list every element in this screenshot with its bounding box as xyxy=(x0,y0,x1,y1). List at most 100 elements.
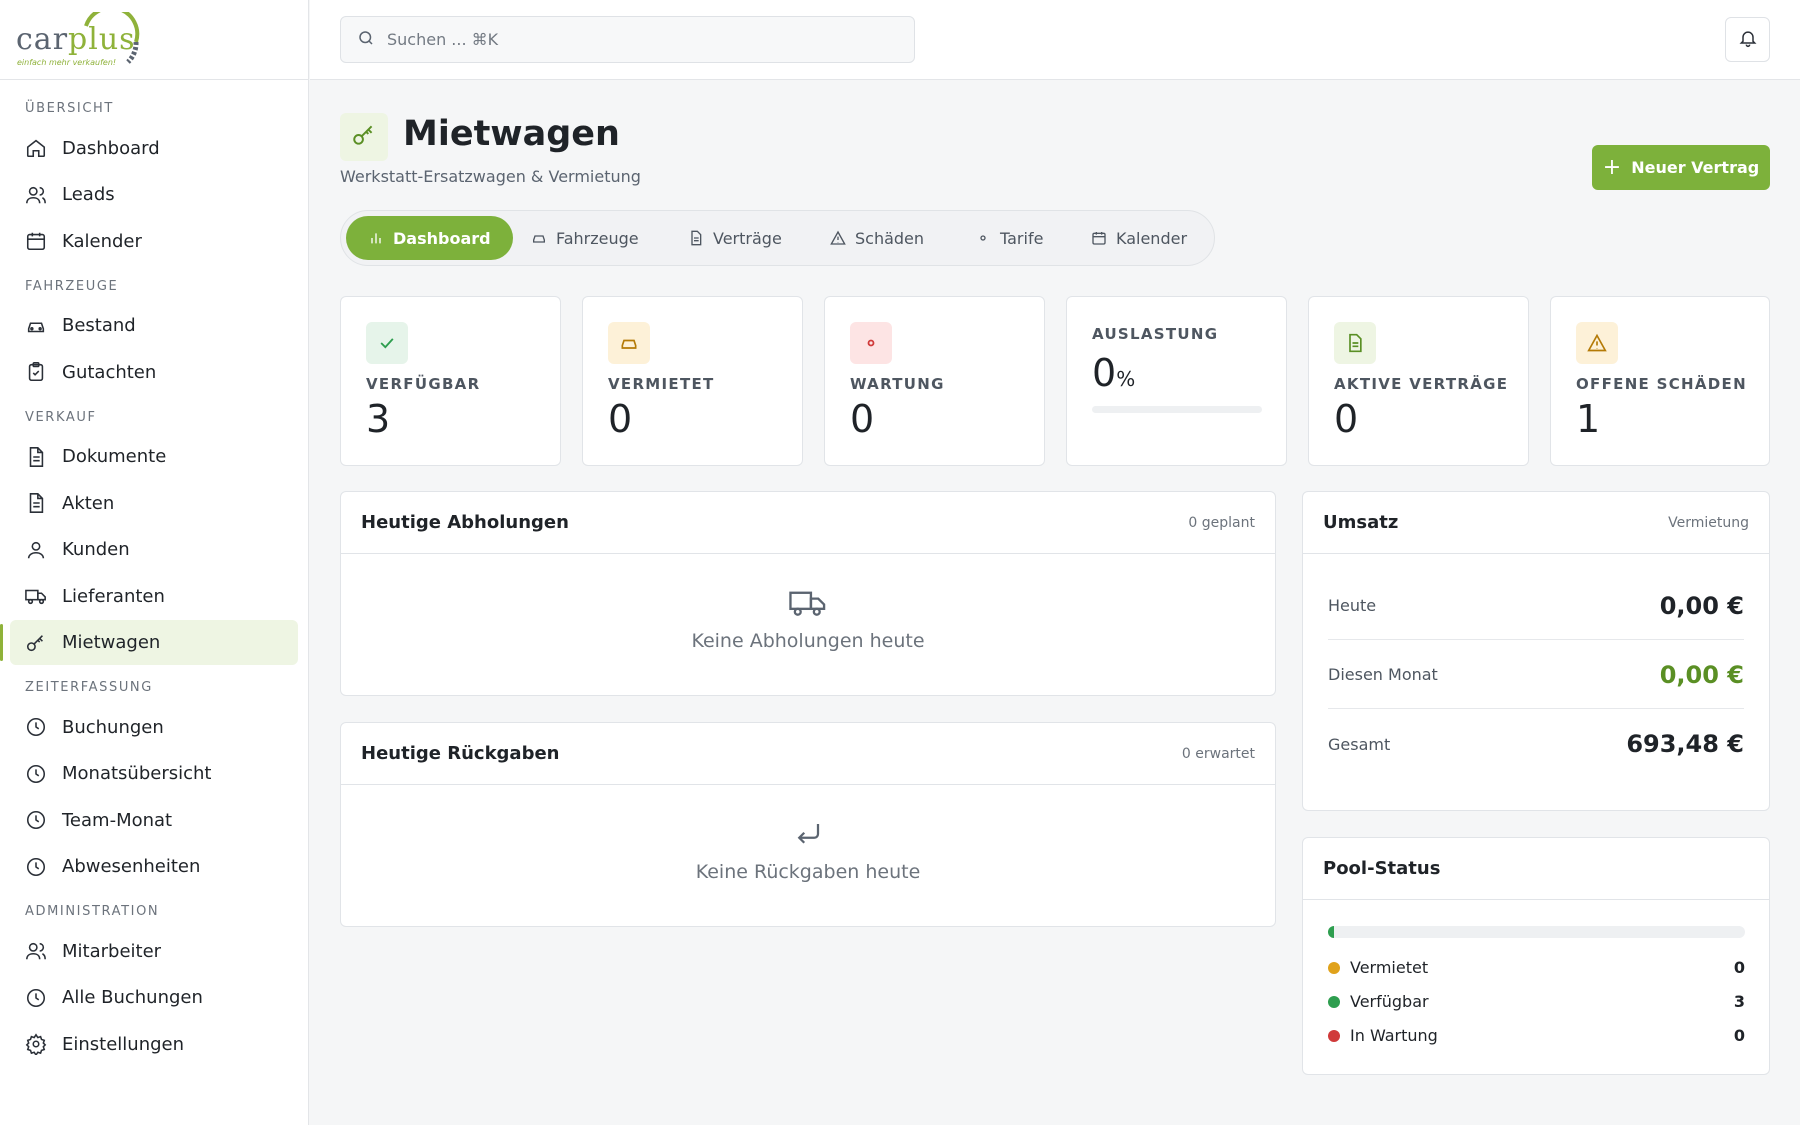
new-contract-button[interactable]: + Neuer Vertrag xyxy=(1592,145,1770,190)
stat-card-verfuegbar[interactable]: VERFÜGBAR 3 xyxy=(340,296,561,466)
car-icon xyxy=(608,322,650,364)
pool-count: 0 xyxy=(1733,1026,1745,1045)
sidebar-item-gutachten[interactable]: Gutachten xyxy=(10,350,298,395)
stat-card-offene-schaeden[interactable]: OFFENE SCHÄDEN 1 xyxy=(1550,296,1770,466)
sidebar-item-kunden[interactable]: Kunden xyxy=(10,527,298,572)
revenue-value: 693,48 € xyxy=(1626,730,1744,758)
clock-icon xyxy=(25,716,47,738)
tab-label: Kalender xyxy=(1116,228,1188,248)
bell-icon xyxy=(1738,28,1758,52)
notifications-button[interactable] xyxy=(1725,17,1770,62)
tab-bar: Dashboard Fahrzeuge Verträge Schäden Tar… xyxy=(340,210,1215,266)
stat-card-wartung[interactable]: WARTUNG 0 xyxy=(824,296,1045,466)
pool-row-verfuegbar: Verfügbar 3 xyxy=(1328,992,1745,1011)
status-dot xyxy=(1328,995,1340,1008)
document-icon xyxy=(25,446,47,468)
panel-subtitle: Vermietung xyxy=(1668,514,1749,531)
sidebar-nav: ÜBERSICHT Dashboard Leads Kalender FAHRZ… xyxy=(0,80,308,1067)
panel-title: Pool-Status xyxy=(1323,858,1441,879)
sidebar-item-label: Gutachten xyxy=(62,361,157,383)
clock-icon xyxy=(25,987,47,1009)
sidebar-item-bestand[interactable]: Bestand xyxy=(10,303,298,348)
sidebar-item-label: Leads xyxy=(62,184,115,205)
stat-card-aktive-vertraege[interactable]: AKTIVE VERTRÄGE 0 xyxy=(1308,296,1529,466)
sidebar-item-label: Dokumente xyxy=(62,446,167,467)
sidebar-item-monatsuebersicht[interactable]: Monatsübersicht xyxy=(10,751,298,796)
calendar-icon xyxy=(25,230,47,252)
sidebar-item-label: Kalender xyxy=(62,230,142,252)
sidebar-item-lieferanten[interactable]: Lieferanten xyxy=(10,574,298,619)
pool-row-vermietet: Vermietet 0 xyxy=(1328,958,1745,977)
sidebar-item-mitarbeiter[interactable]: Mitarbeiter xyxy=(10,929,298,974)
stat-value: 3 xyxy=(366,397,391,441)
stat-card-auslastung[interactable]: AUSLASTUNG 0% xyxy=(1066,296,1287,466)
sidebar-item-label: Dashboard xyxy=(62,137,160,159)
panel-header: Pool-Status xyxy=(1303,838,1769,900)
sidebar-item-label: Einstellungen xyxy=(62,1033,185,1055)
sidebar-item-label: Mietwagen xyxy=(62,632,161,653)
bar-chart-icon xyxy=(368,230,384,246)
document-icon xyxy=(1334,322,1376,364)
stat-value: 1 xyxy=(1576,397,1601,441)
sidebar-item-mietwagen[interactable]: Mietwagen xyxy=(0,620,298,665)
stat-value: 0 xyxy=(608,397,633,441)
sidebar-item-dokumente[interactable]: Dokumente xyxy=(10,434,298,479)
stat-label: AKTIVE VERTRÄGE xyxy=(1334,375,1509,393)
search-box[interactable] xyxy=(340,16,915,63)
check-icon xyxy=(366,322,408,364)
revenue-label: Diesen Monat xyxy=(1328,665,1438,684)
panel-header: Heutige Rückgaben 0 erwartet xyxy=(341,723,1275,785)
revenue-panel: Umsatz Vermietung Heute 0,00 € Diesen Mo… xyxy=(1302,491,1770,811)
stat-label: WARTUNG xyxy=(850,375,945,393)
returns-panel: Heutige Rückgaben 0 erwartet Keine Rückg… xyxy=(340,722,1276,927)
truck-icon xyxy=(25,585,47,607)
nav-section-title: FAHRZEUGE xyxy=(25,278,119,294)
search-input[interactable] xyxy=(387,30,867,49)
search-icon xyxy=(357,29,375,51)
tab-label: Schäden xyxy=(855,228,925,248)
sidebar-item-dashboard[interactable]: Dashboard xyxy=(10,126,298,171)
sidebar-item-alle-buchungen[interactable]: Alle Buchungen xyxy=(10,975,298,1020)
tab-schaeden[interactable]: Schäden xyxy=(830,216,924,260)
sidebar-item-abwesenheiten[interactable]: Abwesenheiten xyxy=(10,844,298,889)
tab-tarife[interactable]: Tarife xyxy=(975,216,1043,260)
revenue-label: Heute xyxy=(1328,596,1377,615)
nav-section-title: ZEITERFASSUNG xyxy=(25,680,153,695)
stat-label: OFFENE SCHÄDEN xyxy=(1576,375,1747,393)
status-dot xyxy=(1328,1029,1340,1042)
empty-state: Keine Abholungen heute xyxy=(341,554,1275,652)
stat-label: VERMIETET xyxy=(608,375,715,393)
pool-label: Vermietet xyxy=(1350,958,1429,977)
pool-row-wartung: In Wartung 0 xyxy=(1328,1026,1745,1045)
nav-section-title: ADMINISTRATION xyxy=(25,904,160,919)
logo-tagline: einfach mehr verkaufen! xyxy=(17,58,117,67)
page-icon xyxy=(340,113,388,161)
revenue-row-total: Gesamt 693,48 € xyxy=(1328,710,1744,778)
sidebar-item-kalender[interactable]: Kalender xyxy=(10,219,298,264)
page-title: Mietwagen xyxy=(403,114,620,154)
sidebar-item-label: Alle Buchungen xyxy=(62,987,203,1008)
empty-text: Keine Abholungen heute xyxy=(691,630,925,652)
tab-kalender[interactable]: Kalender xyxy=(1091,216,1187,260)
clock-icon xyxy=(25,763,47,785)
user-icon xyxy=(25,539,47,561)
tab-fahrzeuge[interactable]: Fahrzeuge xyxy=(531,216,639,260)
nav-section-title: VERKAUF xyxy=(25,409,97,425)
stat-value: 0 xyxy=(1334,397,1359,441)
tab-vertraege[interactable]: Verträge xyxy=(688,216,782,260)
sidebar-item-buchungen[interactable]: Buchungen xyxy=(10,705,298,750)
panel-title: Heutige Abholungen xyxy=(361,512,569,533)
sidebar-item-leads[interactable]: Leads xyxy=(10,172,298,217)
tab-label: Dashboard xyxy=(393,228,491,248)
users-icon xyxy=(25,940,47,962)
sidebar-item-team-monat[interactable]: Team-Monat xyxy=(10,798,298,843)
sidebar-item-akten[interactable]: Akten xyxy=(10,481,298,526)
logo[interactable]: carplus einfach mehr verkaufen! xyxy=(0,0,308,80)
sidebar-item-einstellungen[interactable]: Einstellungen xyxy=(10,1022,298,1067)
revenue-row-month: Diesen Monat 0,00 € xyxy=(1328,641,1744,709)
revenue-label: Gesamt xyxy=(1328,734,1391,754)
clipboard-icon xyxy=(25,361,47,383)
stat-card-vermietet[interactable]: VERMIETET 0 xyxy=(582,296,803,466)
sidebar: carplus einfach mehr verkaufen! ÜBERSICH… xyxy=(0,0,309,1125)
tab-dashboard[interactable]: Dashboard xyxy=(346,216,513,260)
